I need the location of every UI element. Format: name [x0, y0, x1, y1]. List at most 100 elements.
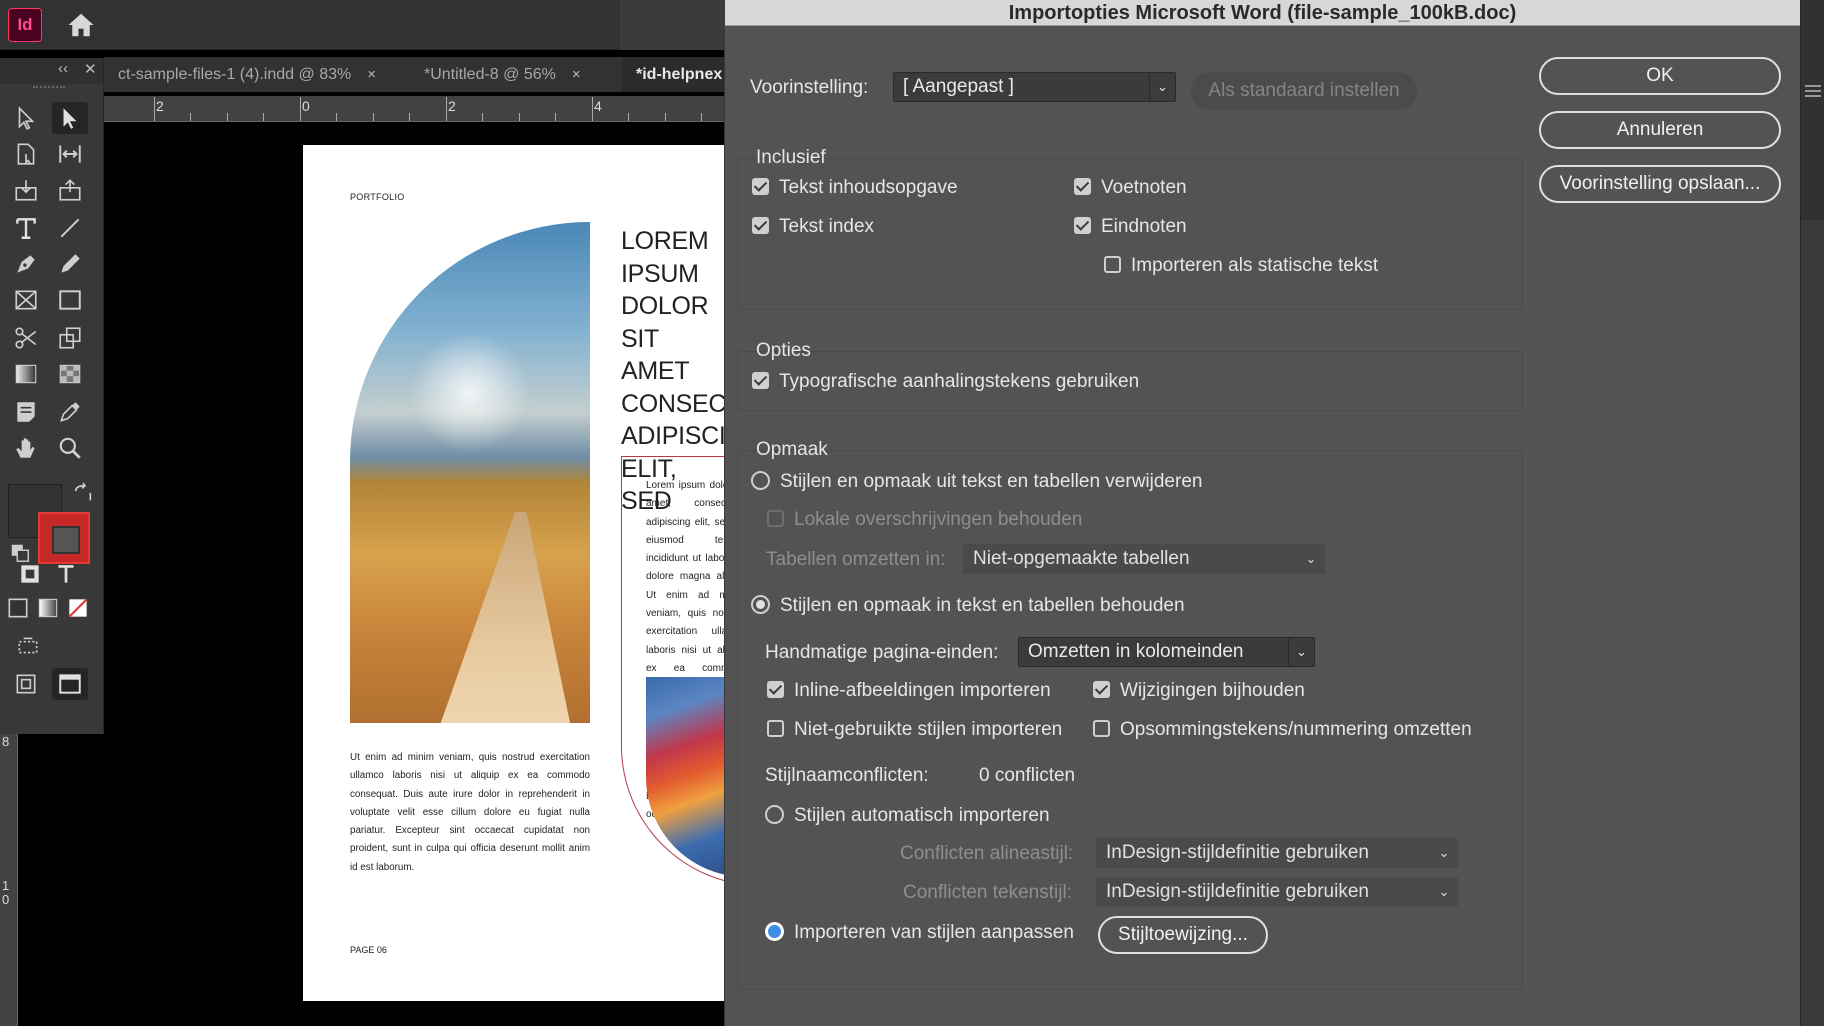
unused-styles-label: Niet-gebruikte stijlen importeren	[794, 719, 1063, 740]
gradient-swatch-tool-icon[interactable]	[8, 358, 44, 390]
unused-styles-checkbox[interactable]	[767, 720, 784, 737]
convert-bullets-label: Opsommingstekens/nummering omzetten	[1120, 719, 1472, 740]
close-icon[interactable]: ×	[572, 66, 581, 83]
style-mapping-button[interactable]: Stijltoewijzing...	[1098, 916, 1268, 954]
close-icon[interactable]: ✕	[84, 60, 97, 78]
type-tool-icon[interactable]	[8, 212, 44, 244]
eyedropper-tool-icon[interactable]	[52, 396, 88, 428]
preset-select[interactable]: [ Aangepast ] ⌄	[893, 72, 1176, 102]
content-placer-icon[interactable]	[52, 174, 88, 206]
page-breaks-value: Omzetten in kolomeinden	[1028, 641, 1244, 662]
keep-styles-label: Stijlen en opmaak in tekst en tabellen b…	[780, 595, 1185, 616]
auto-import-radio[interactable]	[765, 805, 784, 824]
apply-none-icon[interactable]	[60, 592, 96, 624]
page-number: PAGE 06	[350, 945, 387, 955]
toc-text-checkbox[interactable]	[752, 178, 769, 195]
formatting-container-icon[interactable]	[12, 558, 48, 590]
app-bar: Id	[0, 0, 724, 50]
ok-button[interactable]: OK	[1539, 57, 1781, 95]
page-tool-icon[interactable]	[8, 138, 44, 170]
remove-styles-label: Stijlen en opmaak uit tekst en tabellen …	[780, 471, 1203, 492]
hand-tool-icon[interactable]	[8, 432, 44, 464]
panel-dock	[1801, 0, 1824, 220]
indesign-logo-icon: Id	[8, 8, 42, 42]
rectangle-tool-icon[interactable]	[52, 284, 88, 316]
vertical-ruler[interactable]: 8 1 0	[0, 734, 18, 1026]
static-text-label: Importeren als statische tekst	[1131, 255, 1379, 276]
keep-local-overrides-checkbox[interactable]	[767, 510, 784, 527]
panel-menu-icon[interactable]	[1805, 84, 1821, 98]
pencil-tool-icon[interactable]	[52, 248, 88, 280]
line-tool-icon[interactable]	[52, 212, 88, 244]
chevron-down-icon: ⌄	[1149, 73, 1175, 101]
selection-tool-icon[interactable]	[52, 102, 88, 134]
content-collector-icon[interactable]	[8, 174, 44, 206]
preset-value: [ Aangepast ]	[903, 76, 1014, 97]
convert-tables-select[interactable]: Niet-opgemaakte tabellen ⌄	[963, 544, 1325, 574]
ruler-tick-label: 4	[594, 98, 602, 114]
pen-tool-icon[interactable]	[8, 248, 44, 280]
normal-view-icon[interactable]	[8, 668, 44, 700]
right-panel-strip	[1800, 0, 1824, 1026]
page-breaks-select[interactable]: Omzetten in kolomeinden ⌄	[1018, 637, 1315, 667]
preview-view-icon[interactable]	[52, 668, 88, 700]
footnotes-label: Voetnoten	[1101, 177, 1187, 198]
remove-styles-radio[interactable]	[751, 471, 770, 490]
chevron-down-icon: ⌄	[1305, 551, 1317, 566]
tab-id-helpnex[interactable]: *id-helpnex	[622, 57, 724, 92]
inline-images-checkbox[interactable]	[767, 681, 784, 698]
pasteboard-left[interactable]	[18, 734, 104, 1026]
screen-mode-icon[interactable]	[10, 630, 46, 662]
free-transform-tool-icon[interactable]	[52, 322, 88, 354]
save-preset-button[interactable]: Voorinstelling opslaan...	[1539, 165, 1781, 203]
home-icon[interactable]	[66, 10, 96, 40]
painting-image[interactable]	[646, 677, 724, 877]
index-text-checkbox[interactable]	[752, 217, 769, 234]
rectangle-frame-tool-icon[interactable]	[8, 284, 44, 316]
note-tool-icon[interactable]	[8, 396, 44, 428]
paragraph-conflicts-value: InDesign-stijldefinitie gebruiken	[1106, 842, 1369, 863]
dialog-title: Importopties Microsoft Word (file-sample…	[725, 0, 1800, 26]
stroke-swatch[interactable]	[38, 512, 90, 564]
collapse-icon[interactable]: ‹‹	[58, 60, 68, 77]
ruler-tick-label: 1	[2, 878, 10, 893]
footnotes-checkbox[interactable]	[1074, 178, 1091, 195]
app-bar-segment	[620, 0, 724, 50]
swap-fill-stroke-icon[interactable]	[72, 482, 94, 504]
typographic-quotes-label: Typografische aanhalingstekens gebruiken	[779, 371, 1140, 392]
close-icon[interactable]: ×	[367, 66, 376, 83]
formatting-text-icon[interactable]	[48, 558, 84, 590]
chevron-down-icon: ⌄	[1438, 884, 1450, 899]
zoom-tool-icon[interactable]	[52, 432, 88, 464]
typographic-quotes-checkbox[interactable]	[752, 372, 769, 389]
style-conflicts-label: Stijlnaamconflicten:	[765, 765, 929, 786]
document-page[interactable]: PORTFOLIO LOREM IPSUM DOLOR SIT AMET CON…	[303, 145, 724, 1001]
tab-untitled-8[interactable]: *Untitled-8 @ 56% ×	[410, 57, 595, 92]
preset-label: Voorinstelling:	[750, 77, 869, 98]
page-breaks-label: Handmatige pagina-einden:	[765, 642, 999, 663]
cancel-button[interactable]: Annuleren	[1539, 111, 1781, 149]
ruler-tick-label: 8	[2, 734, 10, 749]
page-body-text[interactable]: Ut enim ad minim veniam, quis nostrud ex…	[350, 749, 590, 877]
gradient-feather-tool-icon[interactable]	[52, 358, 88, 390]
grip-handle[interactable]	[33, 86, 65, 91]
page-header-label: PORTFOLIO	[350, 192, 405, 202]
customize-import-radio[interactable]	[765, 922, 784, 941]
arch-image-landscape[interactable]	[350, 222, 590, 723]
keep-styles-radio[interactable]	[751, 595, 770, 614]
horizontal-ruler[interactable]: 2 0 2 4	[104, 96, 724, 122]
character-conflicts-label: Conflicten tekenstijl:	[903, 882, 1072, 903]
tab-sample-files[interactable]: ct-sample-files-1 (4).indd @ 83% ×	[104, 57, 390, 92]
character-conflicts-value: InDesign-stijldefinitie gebruiken	[1106, 881, 1369, 902]
direct-selection-tool-icon[interactable]	[8, 102, 44, 134]
endnotes-checkbox[interactable]	[1074, 217, 1091, 234]
scissors-tool-icon[interactable]	[8, 322, 44, 354]
character-conflicts-select[interactable]: InDesign-stijldefinitie gebruiken ⌄	[1096, 877, 1458, 907]
convert-bullets-checkbox[interactable]	[1093, 720, 1110, 737]
paragraph-conflicts-select[interactable]: InDesign-stijldefinitie gebruiken ⌄	[1096, 838, 1458, 868]
static-text-checkbox[interactable]	[1104, 256, 1121, 273]
text-frame[interactable]: Lorem ipsum dolor sit amet, consectetur …	[621, 456, 724, 886]
track-changes-checkbox[interactable]	[1093, 681, 1110, 698]
gap-tool-icon[interactable]	[52, 138, 88, 170]
keep-local-overrides-label: Lokale overschrijvingen behouden	[794, 509, 1083, 530]
